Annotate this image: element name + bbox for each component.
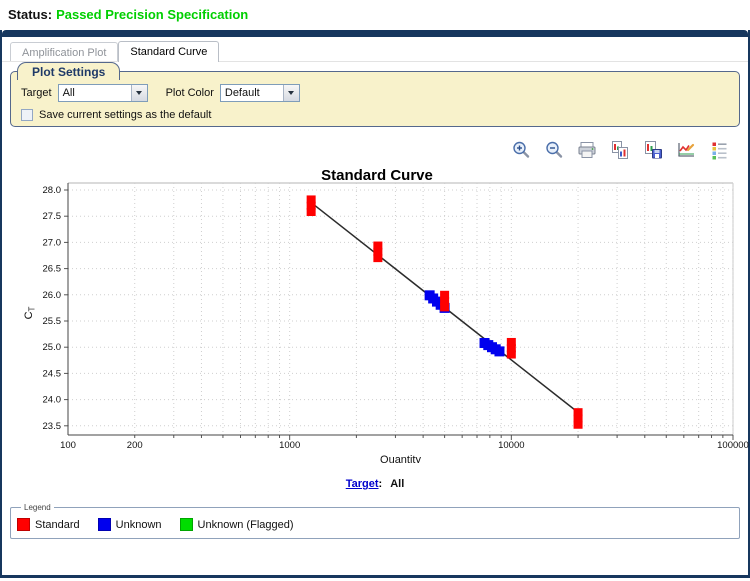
standard-curve-chart[interactable]: 23.5 24.0 24.5 25.0 25.5 26.0 26.5 27.0 27.5 28.0… xyxy=(2,163,750,463)
svg-text:25.0: 25.0 xyxy=(43,342,62,353)
unknown-flagged-swatch xyxy=(180,518,193,531)
tab-row: Amplification Plot Standard Curve xyxy=(2,37,748,62)
target-dropdown-value: All xyxy=(59,87,131,99)
plot-color-dropdown[interactable]: Default xyxy=(220,84,300,102)
svg-text:23.5: 23.5 xyxy=(43,421,62,432)
edit-plot-icon[interactable] xyxy=(674,138,697,161)
chart-toolbar xyxy=(2,138,748,161)
status-line: Status: Passed Precision Specification xyxy=(0,0,750,30)
legend-item-label: Unknown (Flagged) xyxy=(198,519,294,531)
unknown-swatch xyxy=(98,518,111,531)
chart-legend: Legend Standard Unknown Unknown (Flagged… xyxy=(10,503,740,539)
plot-settings-title: Plot Settings xyxy=(17,62,120,80)
standard-swatch xyxy=(17,518,30,531)
svg-text:25.5: 25.5 xyxy=(43,316,62,327)
svg-text:100000: 100000 xyxy=(717,440,749,451)
svg-text:100: 100 xyxy=(60,440,76,451)
status-label: Status: xyxy=(8,7,52,22)
frame-top-bar xyxy=(2,30,748,37)
main-frame: Amplification Plot Standard Curve Plot S… xyxy=(0,30,750,578)
target-dropdown[interactable]: All xyxy=(58,84,148,102)
legend-item-label: Standard xyxy=(35,519,80,531)
target-line-value: All xyxy=(390,478,404,490)
svg-text:27.5: 27.5 xyxy=(43,211,62,222)
chevron-down-icon xyxy=(288,91,294,95)
legend-item-label: Unknown xyxy=(116,519,162,531)
plot-settings-panel: Plot Settings Target All Plot Color Defa… xyxy=(10,71,740,127)
plot-color-dropdown-value: Default xyxy=(221,87,283,99)
print-icon[interactable] xyxy=(575,138,598,161)
svg-text:27.0: 27.0 xyxy=(43,237,62,248)
svg-text:24.5: 24.5 xyxy=(43,368,62,379)
target-colon: : xyxy=(379,478,383,490)
chart-target-line: Target: All xyxy=(2,478,748,490)
legend-item-unknown: Unknown xyxy=(98,518,162,531)
svg-text:28.0: 28.0 xyxy=(43,185,62,196)
legend-title: Legend xyxy=(21,503,54,512)
zoom-out-icon[interactable] xyxy=(542,138,565,161)
svg-text:200: 200 xyxy=(127,440,143,451)
chevron-down-icon xyxy=(136,91,142,95)
target-dropdown-button[interactable] xyxy=(131,85,147,101)
status-value: Passed Precision Specification xyxy=(56,7,248,22)
plot-color-dropdown-button[interactable] xyxy=(283,85,299,101)
svg-text:10000: 10000 xyxy=(498,440,524,451)
copy-plot-icon[interactable] xyxy=(608,138,631,161)
svg-text:24.0: 24.0 xyxy=(43,395,62,406)
tab-amplification-plot[interactable]: Amplification Plot xyxy=(10,42,118,62)
svg-text:CT: CT xyxy=(23,306,37,319)
target-link[interactable]: Target xyxy=(346,478,379,490)
plot-color-label: Plot Color xyxy=(166,87,214,99)
svg-text:26.0: 26.0 xyxy=(43,290,62,301)
svg-text:Quantity: Quantity xyxy=(380,454,421,463)
svg-text:1000: 1000 xyxy=(279,440,300,451)
save-default-checkbox[interactable] xyxy=(21,109,33,121)
zoom-in-icon[interactable] xyxy=(509,138,532,161)
save-plot-icon[interactable] xyxy=(641,138,664,161)
legend-item-standard: Standard xyxy=(17,518,80,531)
show-legend-icon[interactable] xyxy=(707,138,730,161)
svg-text:Standard Curve: Standard Curve xyxy=(321,167,433,184)
svg-text:26.5: 26.5 xyxy=(43,264,62,275)
save-default-label: Save current settings as the default xyxy=(39,109,211,121)
target-label: Target xyxy=(21,87,52,99)
tab-standard-curve[interactable]: Standard Curve xyxy=(118,41,219,62)
legend-item-unknown-flagged: Unknown (Flagged) xyxy=(180,518,294,531)
